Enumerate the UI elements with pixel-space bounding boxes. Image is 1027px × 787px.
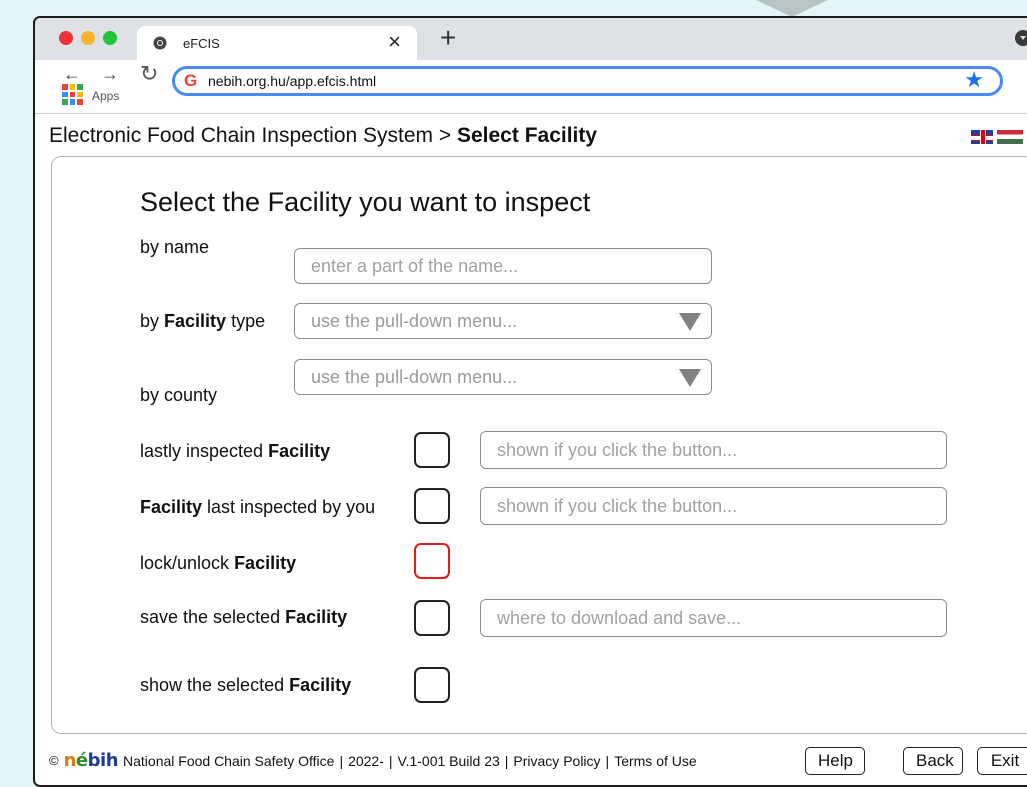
bookmark-star-icon[interactable]: ★ (964, 67, 984, 93)
breadcrumb-root[interactable]: Electronic Food Chain Inspection System (49, 124, 433, 147)
browser-tab[interactable]: eFCIS × (137, 26, 417, 60)
dropdown-arrow-icon (679, 369, 701, 387)
tab-close-icon[interactable]: × (388, 30, 401, 54)
save-selected-label-pre: save the selected (140, 607, 281, 627)
lock-unlock-label: lock/unlock Facility (140, 553, 296, 574)
save-selected-label: save the selected Facility (140, 607, 347, 628)
footer-sep: | (388, 752, 393, 769)
breadcrumb: Electronic Food Chain Inspection System … (49, 124, 597, 148)
last-by-you-button[interactable] (414, 488, 450, 524)
privacy-policy-link[interactable]: Privacy Policy (513, 753, 600, 769)
footer-year: 2022- (348, 752, 384, 769)
reload-icon[interactable]: ↻ (140, 61, 158, 87)
lastly-inspected-label-bold: Facility (268, 441, 331, 461)
facility-name-input[interactable] (294, 248, 712, 284)
lastly-inspected-output[interactable] (480, 431, 947, 469)
show-selected-label: show the selected Facility (140, 675, 351, 696)
new-tab-button[interactable]: + (440, 23, 456, 53)
by-type-label-pre: by (140, 311, 160, 331)
footer-info: © nébih National Food Chain Safety Offic… (49, 750, 697, 771)
lock-unlock-button[interactable] (414, 543, 450, 579)
back-button[interactable]: Back (903, 747, 963, 775)
save-location-output[interactable] (480, 599, 947, 637)
url-text[interactable]: nebih.org.hu/app.efcis.html (208, 73, 376, 89)
lastly-inspected-label: lastly inspected Facility (140, 441, 330, 462)
tab-title: eFCIS (183, 36, 220, 51)
forward-arrow-icon[interactable]: → (101, 64, 119, 85)
facility-selection-card: Select the Facility you want to inspect … (51, 156, 1027, 734)
county-select[interactable]: use the pull-down menu... (294, 359, 712, 395)
show-selected-label-bold: Facility (289, 675, 352, 695)
facility-type-select[interactable]: use the pull-down menu... (294, 303, 712, 339)
last-by-you-label-post: last inspected by you (207, 497, 376, 517)
logo-e: é (75, 750, 88, 771)
by-type-label: by Facility type (140, 311, 265, 332)
browser-menu-icon[interactable]: ⋮ (1018, 68, 1027, 90)
breadcrumb-current: Select Facility (456, 124, 598, 147)
minimize-window-button[interactable] (81, 31, 95, 45)
profile-menu-icon[interactable] (1015, 30, 1027, 46)
terms-of-use-link[interactable]: Terms of Use (614, 753, 696, 769)
browser-window: eFCIS × + ← → ↻ Apps G nebih.org.hu/app.… (33, 16, 1027, 787)
title-bar: eFCIS × + (35, 18, 1027, 60)
last-by-you-label: Facility last inspected by you (140, 497, 375, 518)
lastly-inspected-label-pre: lastly inspected (140, 441, 264, 461)
logo-bih: bih (87, 750, 119, 771)
by-name-label: by name (140, 237, 210, 257)
chrome-favicon-icon (153, 36, 167, 50)
uk-flag-icon[interactable] (971, 130, 993, 144)
show-selected-button[interactable] (414, 667, 450, 703)
page-title: Select the Facility you want to inspect (140, 187, 591, 217)
page-header: Electronic Food Chain Inspection System … (35, 114, 1027, 154)
logo-n: n (63, 750, 77, 771)
callout-pointer (756, 0, 828, 17)
copyright-icon: © (49, 753, 59, 768)
lock-unlock-label-pre: lock/unlock (140, 553, 230, 573)
lock-unlock-label-bold: Facility (234, 553, 297, 573)
by-type-label-post: type (231, 311, 266, 331)
exit-button[interactable]: Exit (977, 747, 1027, 775)
footer-version: V.1-001 Build 23 (397, 752, 500, 769)
by-type-label-bold: Facility (164, 311, 227, 331)
footer-sep: | (605, 752, 610, 769)
breadcrumb-separator: > (438, 124, 452, 147)
county-value: use the pull-down menu... (311, 367, 518, 387)
nebih-logo: nébih (63, 750, 119, 771)
lastly-inspected-button[interactable] (414, 432, 450, 468)
google-g-icon: G (184, 71, 198, 90)
footer-sep: | (504, 752, 509, 769)
footer-sep: | (339, 752, 344, 769)
footer: © nébih National Food Chain Safety Offic… (35, 740, 1027, 780)
save-selected-button[interactable] (414, 600, 450, 636)
back-arrow-icon[interactable]: ← (63, 64, 81, 85)
maximize-window-button[interactable] (103, 31, 117, 45)
browser-toolbar: ← → ↻ Apps G nebih.org.hu/app.efcis.html… (35, 60, 1027, 114)
last-by-you-output[interactable] (480, 487, 947, 525)
apps-grid-icon[interactable] (62, 84, 83, 105)
by-county-label: by county (140, 385, 218, 405)
apps-label[interactable]: Apps (92, 89, 119, 103)
address-bar[interactable]: G nebih.org.hu/app.efcis.html ★ (172, 66, 1003, 96)
dropdown-arrow-icon (679, 313, 701, 331)
last-by-you-label-bold: Facility (140, 497, 203, 517)
org-name: National Food Chain Safety Office (123, 752, 335, 769)
hu-flag-icon[interactable] (997, 130, 1023, 144)
close-window-button[interactable] (59, 31, 73, 45)
show-selected-label-pre: show the selected (140, 675, 285, 695)
help-button[interactable]: Help (805, 747, 865, 775)
facility-type-value: use the pull-down menu... (311, 311, 518, 331)
save-selected-label-bold: Facility (285, 607, 348, 627)
